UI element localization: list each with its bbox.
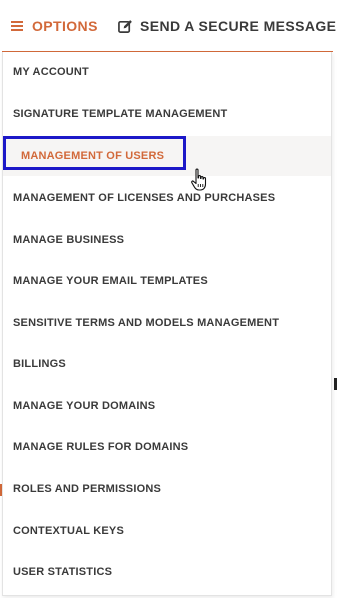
menu-item-sensitive-terms-and-models-management[interactable]: SENSITIVE TERMS AND MODELS MANAGEMENT xyxy=(3,303,331,343)
menu-item-label: CONTEXTUAL KEYS xyxy=(13,525,124,537)
top-bar: OPTIONS SEND A SECURE MESSAGE xyxy=(0,0,337,52)
hand-pointer-icon xyxy=(190,168,210,192)
menu-item-manage-your-domains[interactable]: MANAGE YOUR DOMAINS xyxy=(3,386,331,426)
menu-item-manage-your-email-templates[interactable]: MANAGE YOUR EMAIL TEMPLATES xyxy=(3,261,331,301)
page: OPTIONS SEND A SECURE MESSAGE MY ACCOUNT… xyxy=(0,0,337,598)
menu-item-label: SENSITIVE TERMS AND MODELS MANAGEMENT xyxy=(13,317,280,329)
send-secure-message-button[interactable]: SEND A SECURE MESSAGE xyxy=(118,14,336,38)
menu-item-billings[interactable]: BILLINGS xyxy=(3,344,331,384)
menu-item-manage-rules-for-domains[interactable]: MANAGE RULES FOR DOMAINS xyxy=(3,427,331,467)
menu-item-label: MANAGE RULES FOR DOMAINS xyxy=(13,441,189,453)
menu-item-label: MANAGE BUSINESS xyxy=(13,234,125,246)
menu-item-label: BILLINGS xyxy=(13,358,66,370)
menu-item-label: MANAGE YOUR DOMAINS xyxy=(13,400,156,412)
send-secure-message-label: SEND A SECURE MESSAGE xyxy=(140,18,337,34)
menu-item-contextual-keys[interactable]: CONTEXTUAL KEYS xyxy=(3,511,331,551)
menu-item-label: USER STATISTICS xyxy=(13,566,113,578)
menu-item-label: MANAGE YOUR EMAIL TEMPLATES xyxy=(13,275,208,287)
menu-item-roles-and-permissions[interactable]: ROLES AND PERMISSIONS xyxy=(3,469,331,509)
options-button[interactable]: OPTIONS xyxy=(11,14,98,38)
menu-item-label: MANAGEMENT OF USERS xyxy=(21,150,165,162)
menu-item-label: ROLES AND PERMISSIONS xyxy=(13,483,162,495)
menu-item-label: MY ACCOUNT xyxy=(13,66,89,78)
menu-item-management-of-users[interactable]: MANAGEMENT OF USERS xyxy=(3,136,331,176)
menu-item-my-account[interactable]: MY ACCOUNT xyxy=(3,52,331,92)
menu-item-management-of-licenses-and-purchases[interactable]: MANAGEMENT OF LICENSES AND PURCHASES xyxy=(3,178,331,218)
menu-item-label: MANAGEMENT OF LICENSES AND PURCHASES xyxy=(13,192,276,204)
options-dropdown-menu: MY ACCOUNT SIGNATURE TEMPLATE MANAGEMENT… xyxy=(2,52,332,596)
hamburger-menu-icon xyxy=(11,20,23,32)
menu-item-signature-template-management[interactable]: SIGNATURE TEMPLATE MANAGEMENT xyxy=(3,94,331,134)
menu-item-manage-business[interactable]: MANAGE BUSINESS xyxy=(3,220,331,260)
edit-icon xyxy=(118,19,133,34)
menu-item-label: SIGNATURE TEMPLATE MANAGEMENT xyxy=(13,108,228,120)
menu-item-user-statistics[interactable]: USER STATISTICS xyxy=(3,552,331,592)
options-label: OPTIONS xyxy=(32,18,98,34)
